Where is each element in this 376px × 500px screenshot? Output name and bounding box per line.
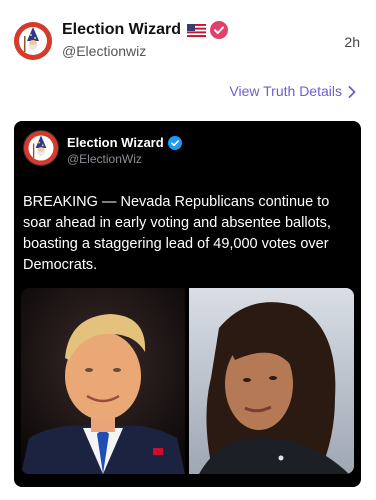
chevron-right-icon bbox=[348, 85, 356, 98]
embed-author-avatar bbox=[23, 130, 59, 166]
author-name[interactable]: Election Wizard bbox=[62, 21, 181, 39]
portrait-image bbox=[189, 288, 354, 474]
post-timestamp: 2h bbox=[344, 34, 360, 50]
embed-author-name-row: Election Wizard bbox=[67, 135, 182, 150]
us-flag-icon bbox=[186, 23, 206, 37]
embed-author-handle: @ElectionWiz bbox=[67, 152, 142, 166]
embed-post-text: BREAKING — Nevada Republicans continue t… bbox=[23, 194, 331, 273]
verified-badge-icon bbox=[209, 21, 228, 39]
photo-woman-portrait[interactable] bbox=[189, 288, 354, 474]
verified-check-icon bbox=[167, 135, 182, 150]
author-avatar[interactable] bbox=[14, 22, 52, 60]
portrait-image bbox=[21, 288, 185, 474]
author-name-row[interactable]: Election Wizard bbox=[62, 21, 228, 39]
wizard-avatar-icon bbox=[14, 22, 52, 60]
embed-author-name: Election Wizard bbox=[67, 135, 164, 150]
wizard-avatar-icon bbox=[24, 131, 58, 165]
embedded-post-card[interactable]: Election Wizard @ElectionWiz BREAKING — … bbox=[14, 121, 361, 487]
author-handle[interactable]: @Electionwiz bbox=[62, 43, 146, 59]
view-truth-details-link[interactable]: View Truth Details bbox=[229, 83, 356, 99]
details-link-label: View Truth Details bbox=[229, 83, 342, 99]
photo-man-red-tie[interactable] bbox=[21, 288, 185, 474]
post-header: Election Wizard @Electionwiz 2h bbox=[0, 0, 376, 78]
